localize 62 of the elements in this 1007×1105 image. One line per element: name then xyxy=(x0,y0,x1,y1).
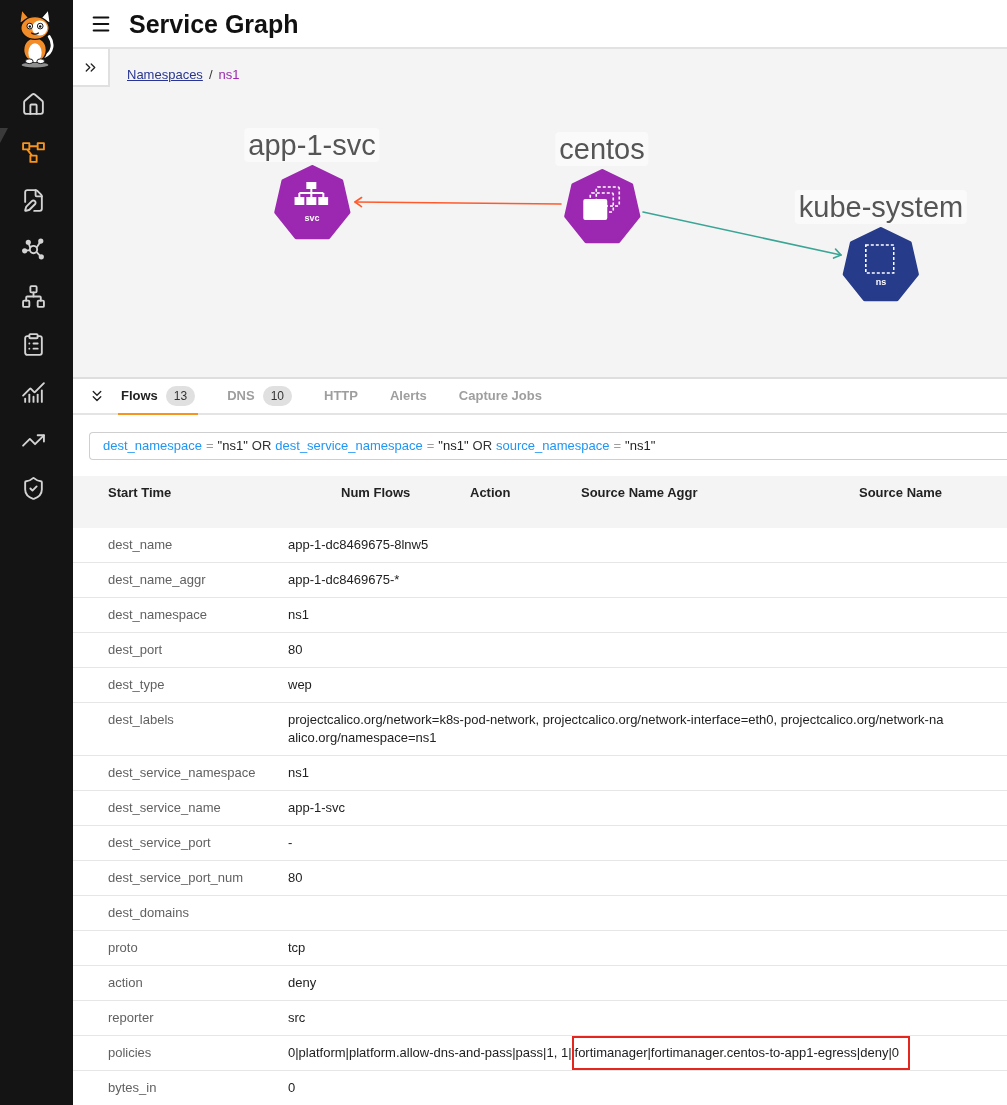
column-header: Source Name Aggr xyxy=(581,484,699,502)
graph-node[interactable] xyxy=(273,165,351,240)
field-value: 0 xyxy=(288,1079,296,1097)
field-value: tcp xyxy=(288,939,306,957)
field-name: bytes_in xyxy=(108,1079,158,1097)
flow-graph-icon xyxy=(20,139,46,165)
field-value: 0|platform|platform.allow-dns-and-pass|pass|1, 1| xyxy=(288,1044,572,1062)
node-label: kube-system xyxy=(794,190,968,224)
column-header: Num Flows xyxy=(341,484,412,502)
highlighted-policy: fortimanager|fortimanager.centos-to-app1-egress|deny|0 xyxy=(571,1036,910,1070)
org-chart-icon xyxy=(294,182,328,208)
node-type-label: ns xyxy=(875,277,887,288)
field-value: 80 xyxy=(288,869,303,887)
field-name: dest_type xyxy=(108,676,166,694)
field-value: app-1-dc8469675-8lnw5 xyxy=(288,536,429,554)
filter-query-field[interactable]: dest_namespace = "ns1" OR dest_service_namespace = "ns1" OR source_namespace = "ns1" xyxy=(89,432,1007,460)
field-name: dest_service_namespace xyxy=(108,764,257,782)
node-label: centos xyxy=(555,132,649,166)
field-name: dest_service_port_num xyxy=(108,869,245,887)
home-icon xyxy=(20,91,46,117)
tab[interactable]: DNS 10 xyxy=(224,379,295,415)
field-value: src xyxy=(288,1009,306,1027)
field-name: dest_name_aggr xyxy=(108,571,207,589)
node-type-label: svc xyxy=(304,213,320,224)
count-badge: 10 xyxy=(262,386,292,406)
breadcrumb-current: ns1 xyxy=(218,66,240,84)
field-name: dest_namespace xyxy=(108,606,208,624)
field-name: dest_service_name xyxy=(108,799,222,817)
field-value: 80 xyxy=(288,641,303,659)
tab[interactable]: Flows 13 xyxy=(118,379,199,415)
network-tree-icon xyxy=(20,283,46,309)
field-name: dest_labels xyxy=(108,711,175,729)
graph-node[interactable] xyxy=(842,227,920,302)
field-name: dest_name xyxy=(108,536,174,554)
field-name: policies xyxy=(108,1044,153,1062)
triangle-marker-icon xyxy=(0,128,8,143)
field-value: deny xyxy=(288,974,317,992)
field-value: projectcalico.org/network=k8s-pod-network, projectcalico.org/network-interface=eth0, projectcalico.org/network-na alico.org/namespace=ns1 xyxy=(288,711,944,747)
page-title: Service Graph xyxy=(129,8,299,39)
field-name: dest_port xyxy=(108,641,164,659)
field-name: reporter xyxy=(108,1009,155,1027)
bar-line-chart-icon xyxy=(20,379,46,405)
column-header: Source Name xyxy=(859,484,944,502)
field-value: app-1-dc8469675-* xyxy=(288,571,400,589)
field-value: wep xyxy=(288,676,312,694)
field-name: action xyxy=(108,974,144,992)
column-header: Action xyxy=(470,484,512,502)
field-value: - xyxy=(288,834,293,852)
count-badge: 13 xyxy=(165,386,196,406)
stacked-boxes-icon xyxy=(581,186,621,222)
breadcrumb-separator: / xyxy=(208,66,213,84)
expand-panel-button[interactable] xyxy=(73,49,110,87)
column-header: Start Time xyxy=(108,484,173,502)
node-label: app-1-svc xyxy=(244,128,380,162)
field-name: dest_service_port xyxy=(108,834,212,852)
field-value: ns1 xyxy=(288,606,309,624)
breadcrumb-link[interactable]: Namespaces xyxy=(127,66,203,84)
field-name: proto xyxy=(108,939,139,957)
field-value: app-1-svc xyxy=(288,799,346,817)
dashed-square-icon xyxy=(865,244,895,274)
field-value: ns1 xyxy=(288,764,309,782)
field-name: dest_domains xyxy=(108,904,190,922)
